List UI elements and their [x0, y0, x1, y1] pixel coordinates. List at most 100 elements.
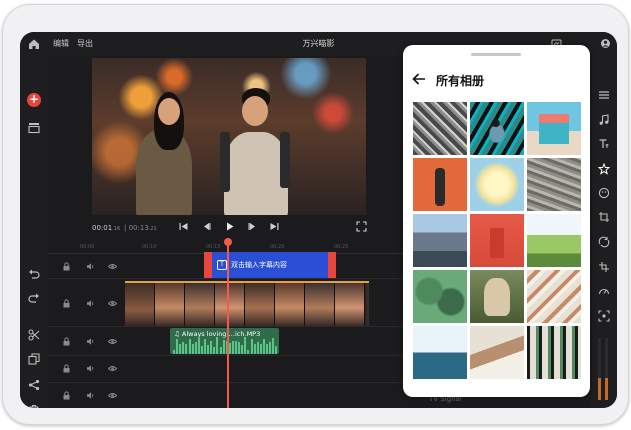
tablet-frame: 编辑 导出 万兴喵影 + 00:01.16 | 00:13.21 00:00 0… [2, 4, 629, 425]
waveform-bar [238, 341, 241, 354]
playhead[interactable] [224, 238, 232, 408]
text-icon: T [217, 260, 227, 270]
lock-icon[interactable] [62, 391, 71, 400]
effects-icon[interactable] [598, 163, 610, 175]
waveform-bar [176, 339, 179, 354]
volume-icon[interactable] [86, 391, 95, 400]
waveform-bar [213, 347, 216, 354]
copy-icon[interactable] [28, 353, 40, 365]
volume-icon[interactable] [86, 337, 95, 346]
back-arrow-icon[interactable] [412, 72, 426, 86]
share-icon[interactable] [28, 379, 40, 391]
waveform-bar [207, 344, 210, 354]
waveform-bar [241, 345, 244, 354]
transition-icon[interactable] [598, 236, 610, 248]
lock-icon[interactable] [62, 299, 71, 308]
volume-icon[interactable] [86, 364, 95, 373]
waveform-bar [253, 344, 256, 354]
waveform-bar [250, 339, 253, 354]
audio-level-meter-right [605, 338, 608, 400]
photo-thumbnail[interactable] [470, 270, 524, 323]
album-title: 所有相册 [436, 74, 485, 88]
play-icon[interactable] [224, 221, 235, 232]
current-time: 00:01.16 [92, 224, 121, 232]
video-preview[interactable] [92, 58, 366, 215]
undo-icon[interactable] [28, 268, 40, 280]
visibility-icon[interactable] [108, 337, 117, 346]
photo-thumbnail[interactable] [413, 326, 467, 379]
photo-thumbnail[interactable] [527, 214, 581, 267]
left-toolbar: + [20, 56, 48, 408]
fullscreen-icon[interactable] [356, 221, 367, 232]
waveform-bar [219, 346, 222, 354]
photo-thumbnail[interactable] [527, 270, 581, 323]
split-icon[interactable] [28, 329, 40, 341]
music-icon[interactable] [598, 114, 610, 126]
clip-trim-left-handle[interactable] [204, 252, 212, 278]
waveform-bar [247, 349, 250, 354]
lock-icon[interactable] [62, 262, 71, 271]
video-clip[interactable] [125, 281, 369, 326]
photo-thumbnail[interactable] [527, 158, 581, 211]
speed-icon[interactable] [598, 285, 610, 297]
right-toolbar [591, 56, 617, 408]
photo-thumbnail[interactable] [470, 214, 524, 267]
photo-thumbnail[interactable] [527, 326, 581, 379]
waveform-bar [185, 343, 188, 354]
waveform-bar [235, 341, 237, 354]
audio-level-meter-left [598, 338, 601, 400]
volume-icon[interactable] [86, 262, 95, 271]
add-media-icon[interactable]: + [27, 93, 41, 107]
album-picker-panel: 所有相册 [403, 45, 590, 397]
waveform-bar [266, 343, 268, 354]
prev-frame-icon[interactable] [201, 221, 212, 232]
waveform-bar [204, 339, 206, 354]
waveform-bar [256, 341, 259, 354]
next-frame-icon[interactable] [247, 221, 258, 232]
stabilize-icon[interactable] [598, 310, 610, 322]
volume-icon[interactable] [86, 299, 95, 308]
empty-track [48, 383, 420, 408]
lock-icon[interactable] [62, 337, 71, 346]
waveform-bar [194, 342, 197, 354]
menu-icon[interactable] [598, 89, 610, 101]
audio-clip[interactable]: ♫ Always loving·…ich.MP3 [170, 328, 279, 354]
waveform-bar [272, 338, 275, 354]
text-icon[interactable] [598, 138, 610, 150]
waveform-bar [259, 343, 262, 354]
subtitle-clip[interactable]: T 双击输入字幕内容 [204, 252, 336, 278]
photo-thumbnail[interactable] [470, 102, 524, 155]
filter-icon[interactable] [598, 187, 610, 199]
subtitle-clip-label: 双击输入字幕内容 [231, 261, 287, 269]
redo-icon[interactable] [28, 292, 40, 304]
crop-icon[interactable] [598, 211, 610, 223]
photo-thumbnail[interactable] [413, 102, 467, 155]
man-figure [224, 132, 288, 215]
visibility-icon[interactable] [108, 364, 117, 373]
delete-icon[interactable] [28, 404, 40, 408]
waveform-bar [222, 340, 225, 354]
total-time: | 00:13.21 [124, 224, 157, 232]
photo-thumbnail[interactable] [413, 158, 467, 211]
photo-thumbnail[interactable] [413, 270, 467, 323]
waveform-bar [210, 341, 213, 354]
photo-thumbnail[interactable] [413, 214, 467, 267]
visibility-icon[interactable] [108, 262, 117, 271]
waveform-bar [228, 343, 231, 354]
lock-icon[interactable] [62, 364, 71, 373]
photo-thumbnail[interactable] [527, 102, 581, 155]
media-library-icon[interactable] [28, 122, 40, 134]
visibility-icon[interactable] [108, 391, 117, 400]
account-icon[interactable] [600, 38, 611, 49]
waveform-bar [173, 350, 175, 354]
skip-end-icon[interactable] [269, 221, 280, 232]
clip-trim-right-handle[interactable] [328, 252, 336, 278]
waveform-bar [188, 338, 191, 354]
photo-thumbnail[interactable] [470, 158, 524, 211]
waveform-bar [179, 343, 182, 354]
visibility-icon[interactable] [108, 299, 117, 308]
photo-thumbnail[interactable] [470, 326, 524, 379]
rotate-icon[interactable] [598, 261, 610, 273]
skip-start-icon[interactable] [178, 221, 189, 232]
panel-grabber[interactable] [471, 53, 521, 56]
